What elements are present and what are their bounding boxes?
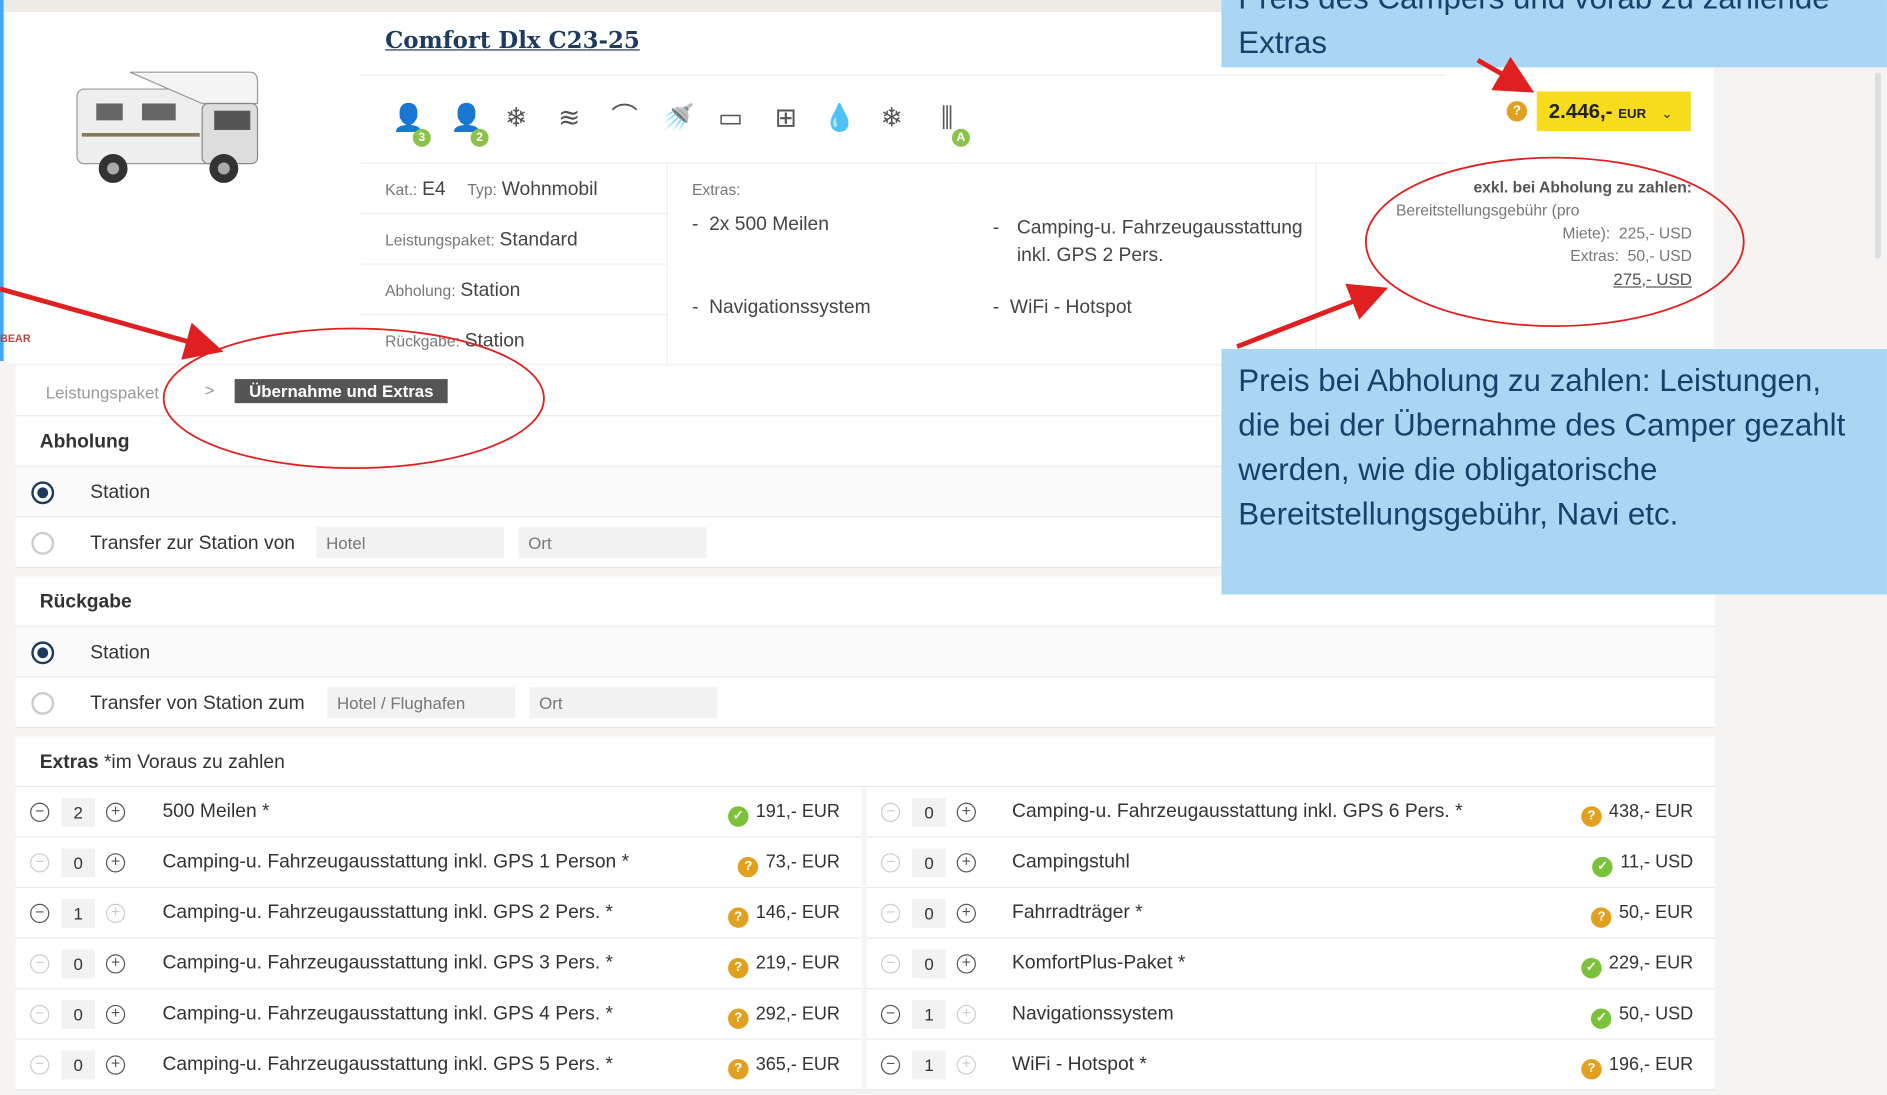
annotation-overlay <box>0 56 1745 470</box>
scrollbar-thumb[interactable] <box>1874 72 1881 259</box>
ellipse-pickup-box <box>1364 156 1745 328</box>
ellipse-breadcrumb <box>162 327 545 470</box>
arrow-to-price <box>1476 56 1535 93</box>
arrow-to-breadcrumb <box>0 286 224 360</box>
arrow-to-pickup-box <box>1236 283 1389 349</box>
